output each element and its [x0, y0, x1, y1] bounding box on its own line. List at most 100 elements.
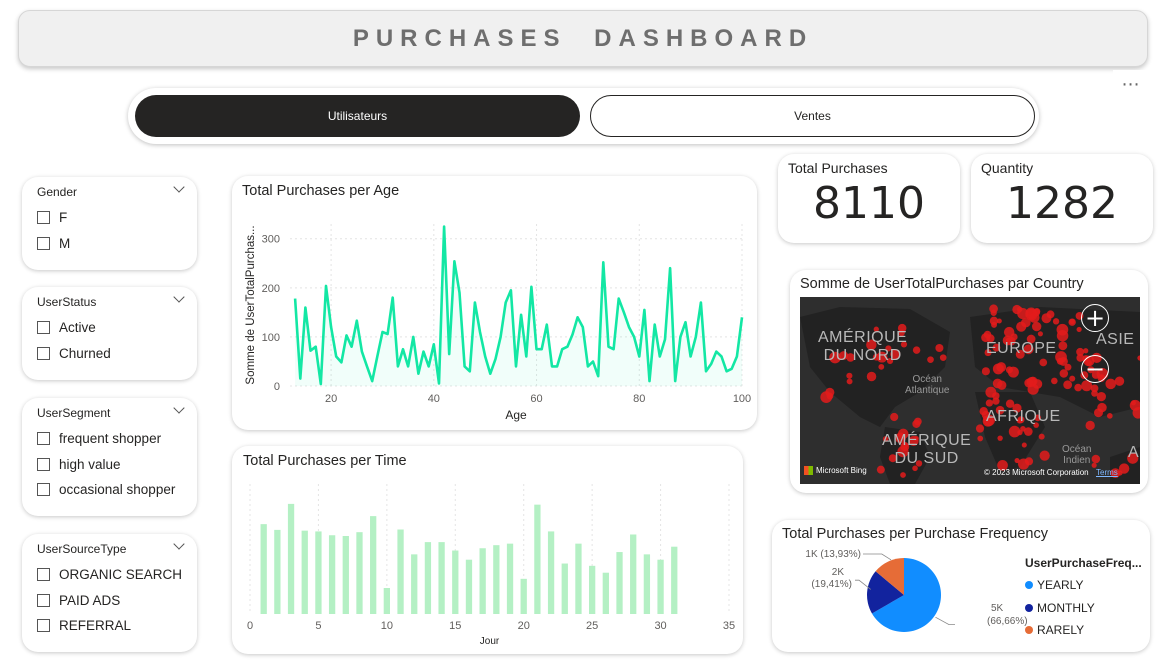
usersegment-slicer: UserSegment frequent shopper high value …: [22, 398, 197, 516]
map-point: [1052, 318, 1060, 325]
leader-line: [935, 616, 955, 625]
slicer-option-high-value[interactable]: high value: [37, 452, 197, 478]
map-point: [985, 399, 994, 407]
zoom-in-button[interactable]: +: [1081, 304, 1109, 332]
checkbox[interactable]: [37, 619, 50, 633]
map-point: [1014, 457, 1020, 464]
map-point: [1118, 463, 1130, 474]
map-terms-link[interactable]: Terms: [1096, 468, 1118, 477]
legend-label: MONTHLY: [1037, 600, 1095, 615]
map-label-north-america: AMÉRIQUE DU NORD: [818, 329, 908, 364]
map-point: [1020, 426, 1026, 432]
option-label: high value: [59, 456, 121, 472]
y-tick-label: 300: [262, 234, 280, 246]
slicer-option-paid-ads[interactable]: PAID ADS: [37, 588, 197, 614]
slicer-option-occasional-shopper[interactable]: occasional shopper: [37, 477, 197, 503]
world-map[interactable]: AMÉRIQUE DU NORD EUROPE ASIE AFRIQUE AMÉR…: [800, 297, 1140, 484]
time-bar-chart-card: Total Purchases per Time 0 5 10 15 20 25 30 35 J…: [232, 446, 743, 654]
map-point: [1063, 380, 1073, 390]
legend-dot: [1025, 626, 1033, 635]
map-point: [1016, 306, 1023, 313]
bar: [493, 545, 500, 614]
option-label: frequent shopper: [59, 431, 162, 447]
age-line-chart-card: Total Purchases per Age 0 100 200 300 20 40 60…: [232, 176, 757, 430]
bar: [602, 572, 609, 614]
slicer-title: UserSegment: [37, 406, 111, 420]
map-label-edge: A: [1128, 444, 1140, 461]
legend-dot: [1025, 581, 1033, 590]
map-label-europe: EUROPE: [986, 340, 1057, 357]
slicer-option-f[interactable]: F: [37, 205, 197, 231]
checkbox[interactable]: [37, 321, 50, 335]
chevron-down-icon[interactable]: [173, 538, 185, 550]
pie-legend: UserPurchaseFreq... YEARLY MONTHLY RAREL…: [1025, 556, 1142, 642]
option-label: ORGANIC SEARCH: [59, 567, 183, 583]
slicer-option-active[interactable]: Active: [37, 315, 197, 341]
chevron-down-icon[interactable]: [173, 181, 185, 193]
legend-label: RARELY: [1037, 623, 1085, 638]
option-label: occasional shopper: [59, 482, 176, 498]
map-point: [912, 346, 921, 354]
checkbox[interactable]: [37, 457, 50, 471]
chart-title: Somme de UserTotalPurchases par Country: [800, 276, 1084, 292]
zoom-out-button[interactable]: −: [1081, 355, 1109, 383]
map-point: [913, 417, 922, 426]
slicer-title: UserSourceType: [37, 542, 127, 556]
more-options-icon[interactable]: ⋯: [1113, 70, 1149, 104]
gender-slicer: Gender F M: [22, 177, 197, 270]
legend-title: UserPurchaseFreq...: [1025, 556, 1142, 570]
option-label: REFERRAL: [59, 618, 132, 634]
map-point: [997, 435, 1003, 441]
age-line-chart[interactable]: 0 100 200 300 20 40 60 80 100 Age Somme de UserTot…: [232, 176, 757, 430]
map-label-indian: Océan Indien: [1062, 444, 1092, 466]
map-point: [1024, 378, 1034, 388]
time-bar-chart[interactable]: 0 5 10 15 20 25 30 35 Jour: [232, 446, 743, 654]
slicer-option-m[interactable]: M: [37, 231, 197, 257]
slicer-option-churned[interactable]: Churned: [37, 341, 197, 367]
checkbox[interactable]: [37, 432, 50, 446]
checkbox[interactable]: [37, 346, 50, 360]
map-label-south-america: AMÉRIQUE DU SUD: [882, 432, 972, 467]
slicer-option-organic-search[interactable]: ORGANIC SEARCH: [37, 562, 197, 588]
map-point: [1105, 378, 1116, 390]
map-point: [1085, 420, 1095, 431]
chevron-down-icon[interactable]: [173, 291, 185, 303]
tab-ventes[interactable]: Ventes: [590, 95, 1035, 137]
y-axis-label: Somme de UserTotalPurchas...: [245, 225, 257, 384]
slicer-option-frequent-shopper[interactable]: frequent shopper: [37, 426, 197, 452]
checkbox[interactable]: [37, 568, 50, 582]
bar: [301, 530, 308, 614]
bar: [274, 529, 281, 614]
checkbox[interactable]: [37, 593, 50, 607]
map-point: [1037, 331, 1043, 337]
chevron-down-icon[interactable]: [173, 402, 185, 414]
data-label: 2K: [832, 567, 845, 578]
tab-utilisateurs[interactable]: Utilisateurs: [135, 95, 580, 137]
x-tick-label: 20: [518, 620, 530, 632]
legend-item-rarely[interactable]: RARELY: [1025, 619, 1142, 642]
x-tick-label: 25: [586, 620, 598, 632]
legend-item-monthly[interactable]: MONTHLY: [1025, 597, 1142, 620]
userstatus-slicer: UserStatus Active Churned: [22, 287, 197, 380]
checkbox[interactable]: [37, 211, 50, 225]
map-point: [939, 354, 947, 361]
slicer-option-referral[interactable]: REFERRAL: [37, 613, 197, 639]
map-point: [1021, 442, 1027, 448]
bar: [520, 578, 527, 614]
map-point: [975, 424, 985, 433]
bar: [671, 546, 678, 614]
checkbox[interactable]: [37, 483, 50, 497]
slicer-title: Gender: [37, 185, 78, 199]
bar: [370, 516, 377, 614]
leader-line: [855, 579, 871, 590]
bing-attribution: Microsoft Bing: [804, 466, 867, 475]
data-label: 1K (13,93%): [805, 549, 861, 560]
map-point: [1137, 355, 1140, 361]
x-axis-label: Jour: [480, 636, 500, 647]
checkbox[interactable]: [37, 236, 50, 250]
map-label-asia: ASIE: [1096, 331, 1135, 348]
map-point: [1038, 433, 1045, 440]
legend-item-yearly[interactable]: YEARLY: [1025, 574, 1142, 597]
x-tick-label: 5: [315, 620, 321, 632]
map-point: [866, 371, 877, 382]
